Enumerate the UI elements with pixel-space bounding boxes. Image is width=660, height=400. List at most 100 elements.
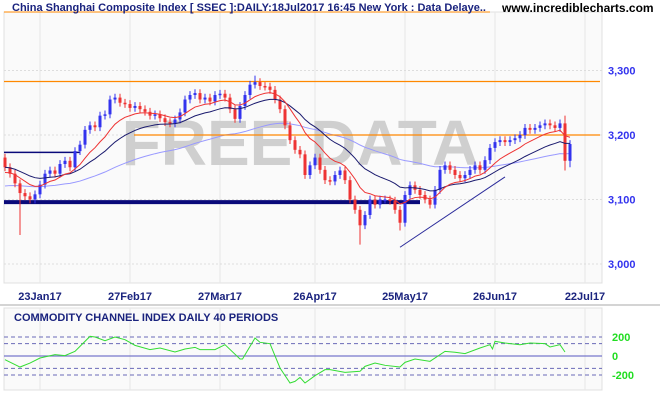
candle-up <box>33 194 37 200</box>
y-tick-label: 3,300 <box>608 66 636 78</box>
candle-up <box>558 123 562 128</box>
chart-canvas: 23Jan17 27Feb17 27Mar17 26Apr17 25May17 26Jun… <box>0 0 660 400</box>
candle-down <box>23 193 27 197</box>
y-tick-label: 3,200 <box>608 130 636 142</box>
candle-up <box>243 95 247 106</box>
candle-up <box>443 165 447 170</box>
candle-up <box>203 97 207 100</box>
candle-down <box>28 196 32 200</box>
candle-up <box>88 125 92 130</box>
x-tick-label: 22Jul17 <box>565 291 605 303</box>
candle-up <box>543 123 547 126</box>
candle-down <box>118 97 122 103</box>
candle-down <box>128 104 132 108</box>
candle-down <box>268 86 272 90</box>
candle-down <box>388 199 392 201</box>
site-link[interactable]: www.incrediblecharts.com <box>501 1 654 15</box>
cci-tick-label: 0 <box>612 351 618 363</box>
candle-down <box>373 199 377 205</box>
candle-down <box>393 200 397 210</box>
candle-down <box>123 102 127 105</box>
candle-up <box>378 199 382 205</box>
candle-up <box>308 165 312 175</box>
candle-down <box>323 169 327 181</box>
candle-up <box>213 95 217 102</box>
candle-down <box>343 170 347 181</box>
candle-up <box>408 185 412 195</box>
candle-down <box>258 82 262 86</box>
x-tick-label: 27Feb17 <box>108 291 152 303</box>
candle-down <box>328 180 332 182</box>
candle-up <box>173 119 177 124</box>
candle-up <box>438 169 442 190</box>
candle-up <box>533 127 537 130</box>
candle-up <box>488 147 492 161</box>
candle-up <box>103 114 107 116</box>
candle-down <box>503 140 507 143</box>
candle-down <box>283 109 287 126</box>
candle-down <box>448 165 452 170</box>
candle-up <box>73 151 77 168</box>
candle-up <box>218 93 222 96</box>
candle-down <box>293 140 297 150</box>
candle-down <box>208 97 212 102</box>
cci-title: COMMODITY CHANNEL INDEX DAILY 40 PERIODS <box>14 312 278 324</box>
candle-down <box>53 170 57 174</box>
candle-up <box>58 164 62 174</box>
candle-down <box>478 165 482 170</box>
candle-up <box>383 199 387 201</box>
candle-up <box>463 174 467 179</box>
candle-up <box>473 165 477 170</box>
candle-down <box>288 125 292 141</box>
candle-down <box>348 180 352 200</box>
candle-down <box>318 157 322 170</box>
x-tick-label: 25May17 <box>382 291 428 303</box>
candle-up <box>363 214 367 226</box>
candle-down <box>353 199 357 210</box>
candle-down <box>143 109 147 112</box>
candle-up <box>48 170 52 174</box>
candle-up <box>193 93 197 96</box>
candle-up <box>108 99 112 115</box>
candle-up <box>333 174 337 182</box>
candle-up <box>83 129 87 145</box>
candle-down <box>93 125 97 128</box>
cci-tick-label: 200 <box>612 332 630 344</box>
candle-down <box>18 183 22 194</box>
candle-up <box>113 97 117 100</box>
candle-down <box>418 189 422 195</box>
candle-up <box>338 170 342 175</box>
candle-down <box>233 109 237 119</box>
y-tick-label: 3,000 <box>608 259 636 271</box>
x-tick-label: 26Apr17 <box>293 291 336 303</box>
candle-up <box>153 114 157 116</box>
candle-down <box>223 93 227 98</box>
candle-up <box>518 135 522 139</box>
candle-up <box>523 127 527 135</box>
candle-up <box>78 144 82 152</box>
candle-up <box>568 144 572 161</box>
candle-down <box>458 174 462 179</box>
chart-window: 23Jan17 27Feb17 27Mar17 26Apr17 25May17 26Jun… <box>0 0 660 400</box>
candle-up <box>188 95 192 100</box>
candle-up <box>248 84 252 96</box>
candle-down <box>298 149 302 155</box>
candle-down <box>163 118 167 123</box>
candle-up <box>403 194 407 223</box>
candle-up <box>513 138 517 141</box>
candle-down <box>263 85 267 88</box>
candle-down <box>398 209 402 223</box>
cci-tick-label: -200 <box>612 370 634 382</box>
candle-down <box>528 127 532 130</box>
candle-up <box>98 115 102 128</box>
candle-down <box>553 125 557 128</box>
candle-up <box>483 160 487 170</box>
candle-up <box>538 125 542 128</box>
chart-title: China Shanghai Composite Index [ SSEC ]:… <box>12 2 486 14</box>
candle-down <box>358 209 362 226</box>
candle-up <box>498 140 502 143</box>
candle-up <box>368 199 372 215</box>
candle-up <box>468 169 472 175</box>
candle-up <box>508 140 512 143</box>
candle-down <box>3 157 7 168</box>
